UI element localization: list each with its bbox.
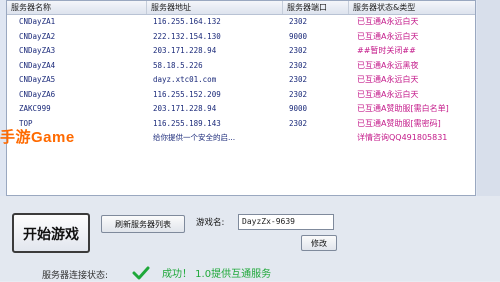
server-status: ##暂时关闭## [357, 46, 416, 55]
column-header-address[interactable]: 服务器地址 [147, 1, 283, 14]
watermark-logo: 手游Game [0, 129, 75, 146]
server-status: 已互通A赞助服[需白名单] [357, 104, 449, 113]
launcher-window: 服务器名称 服务器地址 服务器端口 服务器状态&类型 CNDayZA1 116.… [0, 0, 500, 281]
column-header-status[interactable]: 服务器状态&类型 [349, 1, 475, 14]
start-game-button[interactable]: 开始游戏 [12, 213, 90, 253]
column-header-name[interactable]: 服务器名称 [7, 1, 147, 14]
server-status: 已互通A赞助服[需密码] [357, 118, 441, 128]
server-address: 222.132.154.130 [153, 31, 221, 41]
server-port: 2302 [289, 89, 308, 99]
server-row[interactable]: ZAKC999 203.171.228.94 9000 已互通A赞助服[需白名单… [7, 102, 475, 117]
server-port [289, 131, 349, 145]
server-status: 已互通A永远黑夜 [357, 60, 419, 70]
server-port: 2302 [289, 60, 308, 70]
connection-status-label: 服务器连接状态: [42, 271, 109, 281]
server-address: 116.255.189.143 [153, 118, 221, 128]
server-port: 2302 [289, 75, 308, 84]
server-address: 58.18.5.226 [153, 60, 203, 70]
server-status: 已互通A永远白天 [357, 89, 419, 99]
server-port: 9000 [289, 31, 308, 41]
server-rows: CNDayZA1 116.255.164.132 2302 已互通A永远白天 C… [7, 15, 475, 146]
server-status: 详情咨询QQ491805831 [357, 133, 448, 142]
server-address: 203.171.228.94 [153, 46, 217, 55]
server-name: ZAKC999 [19, 104, 51, 113]
server-address: 116.255.164.132 [153, 17, 221, 26]
server-list-header: 服务器名称 服务器地址 服务器端口 服务器状态&类型 [7, 1, 475, 15]
server-row[interactable]: CNDayZA3 203.171.228.94 2302 ##暂时关闭## [7, 44, 475, 59]
server-name: CNDayZA4 [19, 60, 56, 70]
game-name-input[interactable]: DayzZx-9639 [238, 214, 334, 230]
server-port: 2302 [289, 17, 308, 26]
server-name: CNDayZA1 [19, 17, 56, 26]
server-row[interactable]: CNDayZA6 116.255.152.209 2302 已互通A永远白天 [7, 88, 475, 103]
server-status: 已互通A永远白天 [357, 31, 419, 41]
server-row[interactable]: CNDayZA5 dayz.xtc01.com 2302 已互通A永远白天 [7, 73, 475, 88]
server-status: 已互通A永远白天 [357, 75, 419, 84]
server-name: CNDayZA5 [19, 75, 56, 84]
server-row[interactable]: TOP 116.255.189.143 2302 已互通A赞助服[需密码] [7, 117, 475, 132]
server-row[interactable]: CNDayZA4 58.18.5.226 2302 已互通A永远黑夜 [7, 59, 475, 74]
game-name-label: 游戏名: [196, 218, 225, 228]
refresh-server-list-button[interactable]: 刷新服务器列表 [101, 215, 185, 233]
server-status: 已互通A永远白天 [357, 17, 419, 26]
server-name: CNDayZA2 [19, 31, 56, 41]
server-name: CNDayZA3 [19, 46, 56, 55]
server-port: 2302 [289, 118, 308, 128]
connection-status-message: 成功！ 1.0提供互通服务 [162, 269, 272, 280]
server-address: 203.171.228.94 [153, 104, 217, 113]
server-name: CNDayZA6 [19, 89, 56, 99]
column-header-port[interactable]: 服务器端口 [283, 1, 349, 14]
checkmark-icon [132, 266, 150, 280]
server-address: 给你提供一个安全的启... [153, 133, 236, 142]
server-address: dayz.xtc01.com [153, 75, 217, 84]
server-row[interactable]: 给你提供一个安全的启... 详情咨询QQ491805831 [7, 131, 475, 146]
server-address: 116.255.152.209 [153, 89, 221, 99]
server-row[interactable]: CNDayZA1 116.255.164.132 2302 已互通A永远白天 [7, 15, 475, 30]
right-panel-edge [477, 0, 500, 196]
server-row[interactable]: CNDayZA2 222.132.154.130 9000 已互通A永远白天 [7, 30, 475, 45]
server-port: 2302 [289, 46, 308, 55]
server-port: 9000 [289, 104, 308, 113]
server-list[interactable]: 服务器名称 服务器地址 服务器端口 服务器状态&类型 CNDayZA1 116.… [6, 0, 476, 196]
edit-name-button[interactable]: 修改 [301, 235, 337, 251]
